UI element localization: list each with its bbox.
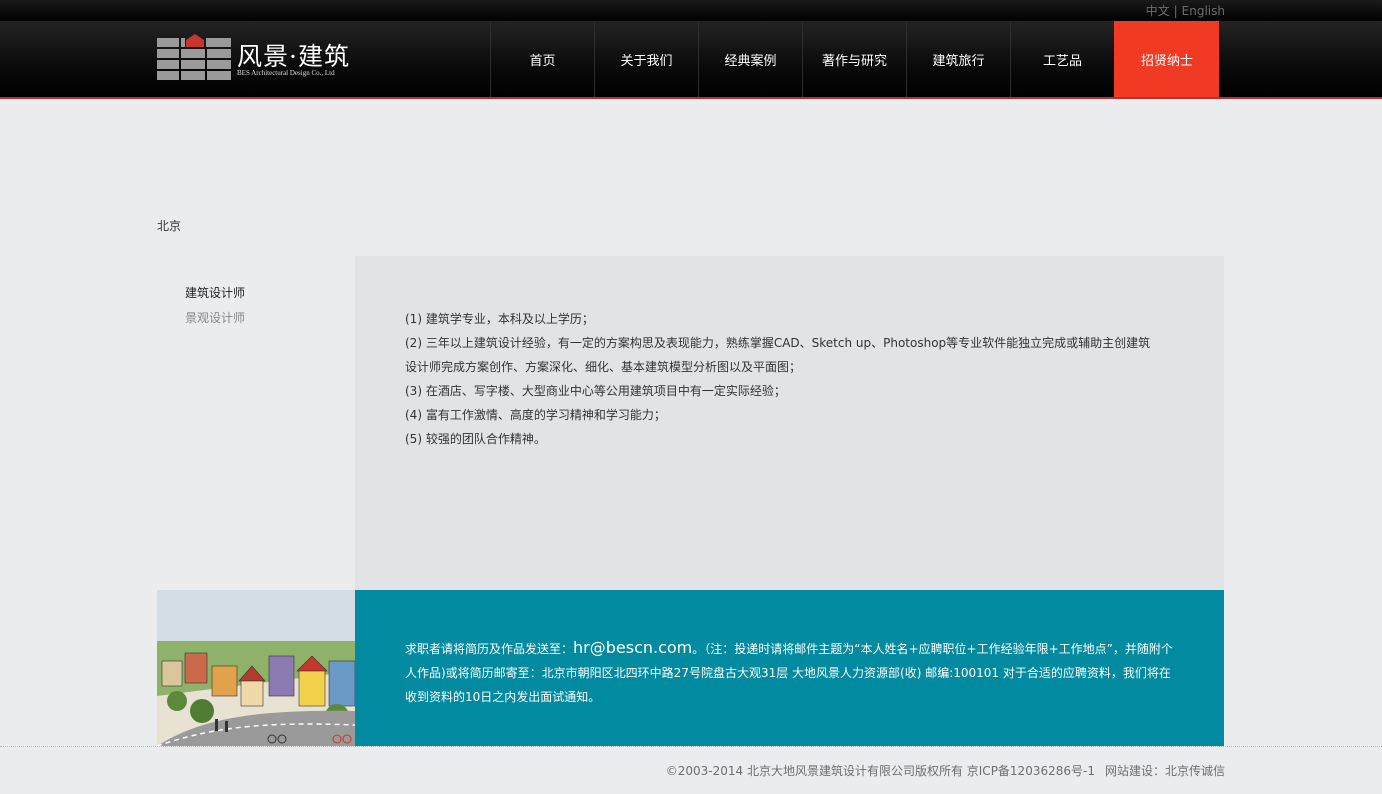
nav-research[interactable]: 著作与研究	[802, 21, 906, 97]
nav-cases[interactable]: 经典案例	[698, 21, 802, 97]
requirements-list: (1) 建筑学专业，本科及以上学历； (2) 三年以上建筑设计经验，有一定的方案…	[405, 307, 1155, 451]
top-bar: 中文 | English	[0, 0, 1382, 21]
logo-title: 风景·建筑	[237, 42, 350, 71]
nav-crafts[interactable]: 工艺品	[1010, 21, 1114, 97]
nav-careers[interactable]: 招贤纳士	[1114, 21, 1219, 97]
job-sidebar: 建筑设计师 景观设计师	[185, 281, 245, 331]
logo[interactable]: 风景·建筑 BES Architectural Design Co., Ltd	[157, 34, 357, 84]
lang-chinese-link[interactable]: 中文	[1146, 4, 1170, 18]
footer: ©2003-2014 北京大地风景建筑设计有限公司版权所有 京ICP备12036…	[656, 762, 1225, 779]
requirement-item: (1) 建筑学专业，本科及以上学历；	[405, 312, 594, 326]
application-info-text: 求职者请将简历及作品发送至：hr@bescn.com。（注：投递时请将邮件主题为…	[405, 636, 1180, 709]
header: 风景·建筑 BES Architectural Design Co., Ltd …	[0, 21, 1382, 99]
language-switcher: 中文 | English	[1146, 2, 1225, 19]
nav-about[interactable]: 关于我们	[594, 21, 698, 97]
hr-email-link[interactable]: hr@bescn.com	[573, 638, 692, 657]
job-requirements-panel: (1) 建筑学专业，本科及以上学历； (2) 三年以上建筑设计经验，有一定的方案…	[355, 256, 1224, 590]
street-illustration	[157, 641, 355, 746]
logo-subtitle: BES Architectural Design Co., Ltd	[237, 69, 335, 77]
requirement-item: (5) 较强的团队合作精神。	[405, 432, 546, 446]
illustration-frame	[157, 590, 355, 746]
requirement-item: (3) 在酒店、写字楼、大型商业中心等公用建筑项目中有一定实际经验；	[405, 384, 786, 398]
lang-english-link[interactable]: English	[1182, 4, 1225, 18]
requirement-item: (4) 富有工作激情、高度的学习精神和学习能力；	[405, 408, 666, 422]
requirement-item: (2) 三年以上建筑设计经验，有一定的方案构思及表现能力，熟练掌握CAD、Ske…	[405, 336, 1151, 374]
nav-home[interactable]: 首页	[490, 21, 594, 97]
application-info-panel: 求职者请将简历及作品发送至：hr@bescn.com。（注：投递时请将邮件主题为…	[355, 590, 1224, 746]
logo-bricks-icon	[157, 34, 231, 80]
sidebar-item-landscape[interactable]: 景观设计师	[185, 306, 245, 331]
copyright-text: ©2003-2014 北京大地风景建筑设计有限公司版权所有 京ICP备12036…	[665, 764, 1095, 778]
application-prefix: 求职者请将简历及作品发送至：	[405, 642, 574, 656]
site-credit-link[interactable]: 网站建设：北京传诚信	[1105, 764, 1225, 778]
nav-travel[interactable]: 建筑旅行	[906, 21, 1010, 97]
lang-separator: |	[1173, 4, 1178, 18]
main-nav: 首页 关于我们 经典案例 著作与研究 建筑旅行 工艺品 招贤纳士	[490, 21, 1219, 97]
footer-divider	[0, 746, 1382, 747]
sidebar-item-architect[interactable]: 建筑设计师	[185, 281, 245, 306]
city-label: 北京	[157, 219, 182, 233]
